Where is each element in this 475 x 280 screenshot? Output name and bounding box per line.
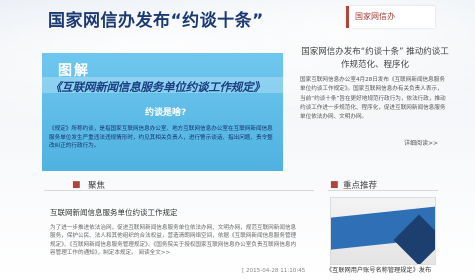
focus-divider <box>44 190 314 191</box>
bookmark-icon: ■ <box>330 180 339 190</box>
news-title-link[interactable]: 互联网新闻信息服务单位约谈工作规定 <box>50 207 178 218</box>
featured-thumbnail[interactable] <box>330 197 436 265</box>
featured-caption-link[interactable]: 《互联网用户账号名称管理规定》发布 <box>326 265 431 274</box>
banner-title: 《互联网新闻信息服务单位约谈工作规定》 <box>50 80 265 94</box>
news-date: [ 2015-04-28 11:10:45 <box>242 268 306 274</box>
banner-subtitle: 约谈是啥? <box>145 108 187 118</box>
banner-paragraph: 《规定》所称约谈，是指国家互联网信息办公室、地方互联网信息办公室在互联网新闻信息… <box>49 126 273 149</box>
focus-section-label: 聚焦 <box>88 181 106 191</box>
page-headline[interactable]: 国家网信办发布“约谈十条” <box>48 6 264 31</box>
channel-label: 国家网信办 <box>355 12 395 21</box>
news-summary: 为了进一步推进依法治网，促进互联网新闻信息服务单位依法办网、文明办网，规范互联网… <box>50 225 297 256</box>
infographic-banner[interactable]: 图解 《互联网新闻信息服务单位约谈工作规定》 约谈是啥? 《规定》所称约谈，是指… <box>42 53 283 171</box>
featured-section-label: 重点推荐 <box>343 181 378 191</box>
side-article-body: 国家互联网信息办公室4月28日发布《互联网新闻信息服务单位约谈工作规定》。国家互… <box>300 77 446 121</box>
channel-tab[interactable]: 国家网信办 <box>346 6 435 28</box>
banner-tag: 图解 <box>58 63 90 79</box>
read-more-link[interactable]: 详细阅读>> <box>404 138 438 147</box>
bookmark-icon: ■ <box>72 180 81 190</box>
side-article-title[interactable]: 国家网信办发布“约谈十条” 推动约谈工作规范化、程序化 <box>300 46 450 72</box>
